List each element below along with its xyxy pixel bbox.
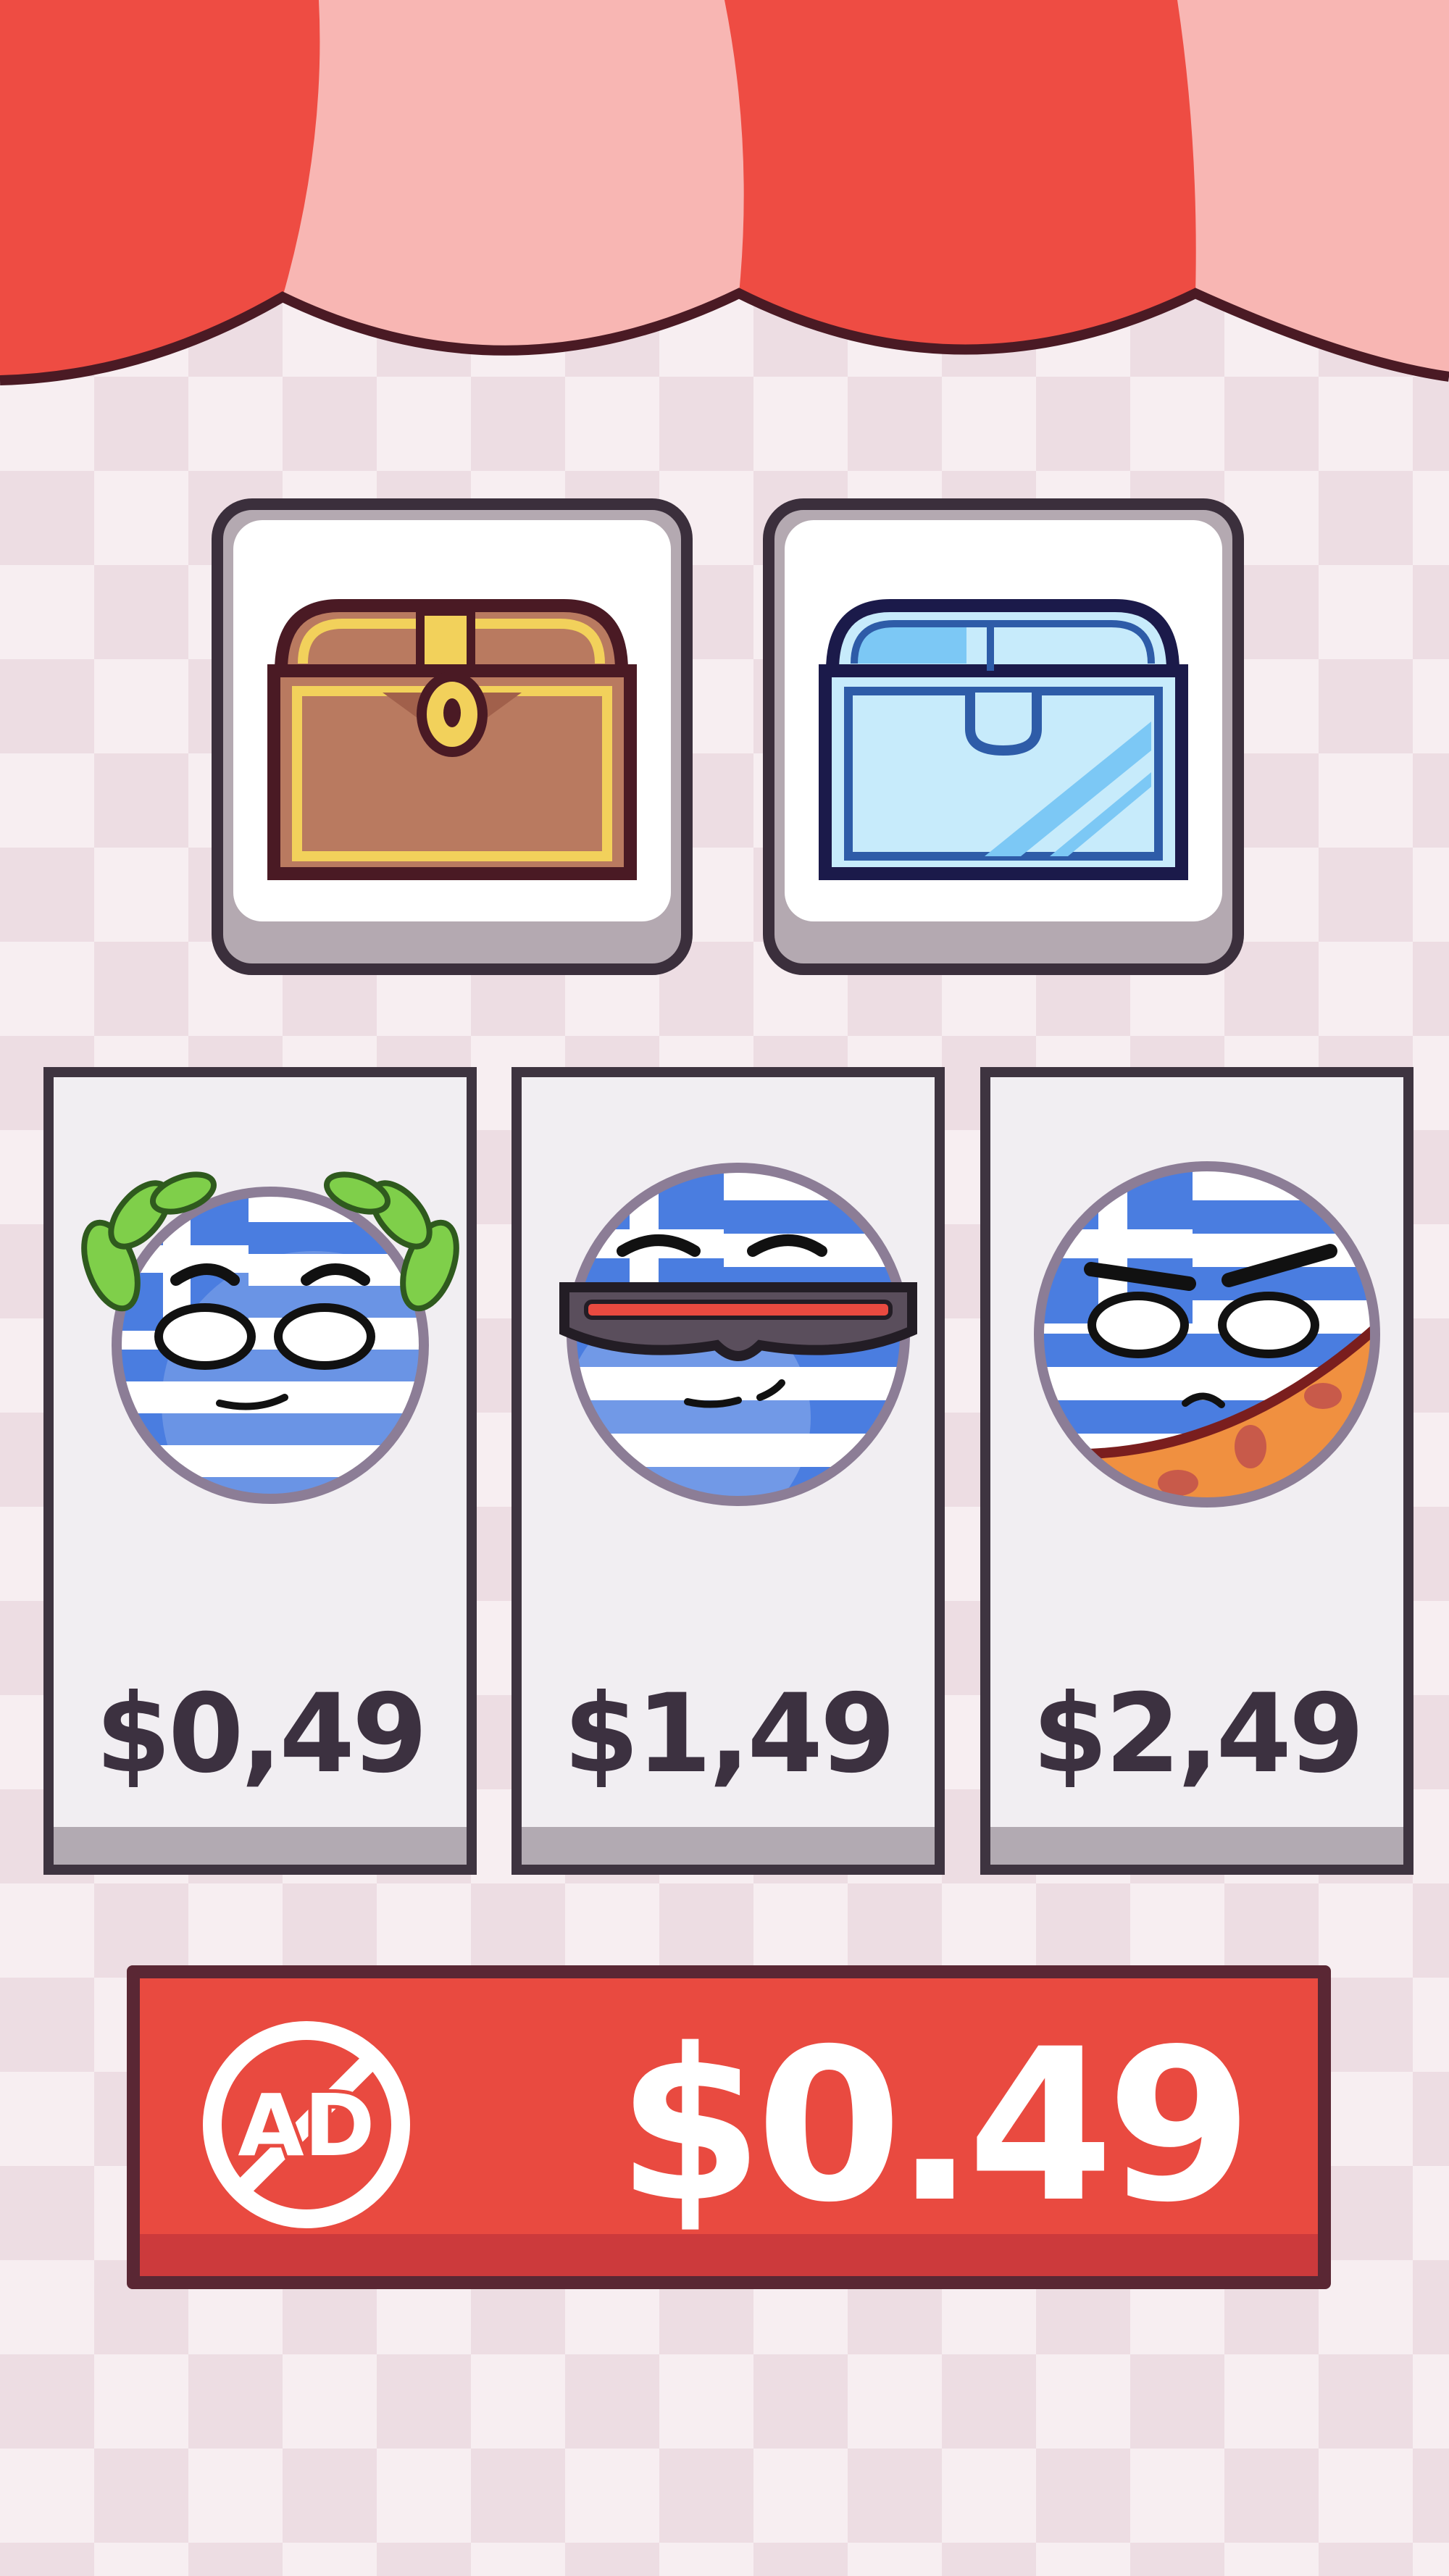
remove-ads-button[interactable]: AD $0.49 xyxy=(127,1965,1331,2289)
glass-chest-icon xyxy=(819,599,1188,880)
skin-card-visor[interactable]: $1,49 xyxy=(511,1067,945,1875)
no-ads-icon: AD xyxy=(203,2021,410,2228)
shop-awning xyxy=(0,0,1449,385)
skin-card-bandana[interactable]: $2,49 xyxy=(980,1067,1413,1875)
greek-ball-visor-icon xyxy=(559,1163,917,1506)
skin-price: $1,49 xyxy=(563,1671,895,1797)
remove-ads-price: $0.49 xyxy=(617,2004,1253,2249)
skin-price: $0,49 xyxy=(95,1671,427,1797)
skin-price: $2,49 xyxy=(1032,1671,1364,1797)
wooden-chest-icon xyxy=(267,599,637,880)
wooden-chest-tile[interactable] xyxy=(212,498,693,975)
greek-ball-laurel-icon xyxy=(81,1171,459,1504)
skin-card-laurel[interactable]: $0,49 xyxy=(43,1067,477,1875)
no-ads-label: AD xyxy=(238,2075,375,2175)
greek-ball-bandana-icon xyxy=(1034,1161,1380,1507)
glass-chest-tile[interactable] xyxy=(763,498,1244,975)
